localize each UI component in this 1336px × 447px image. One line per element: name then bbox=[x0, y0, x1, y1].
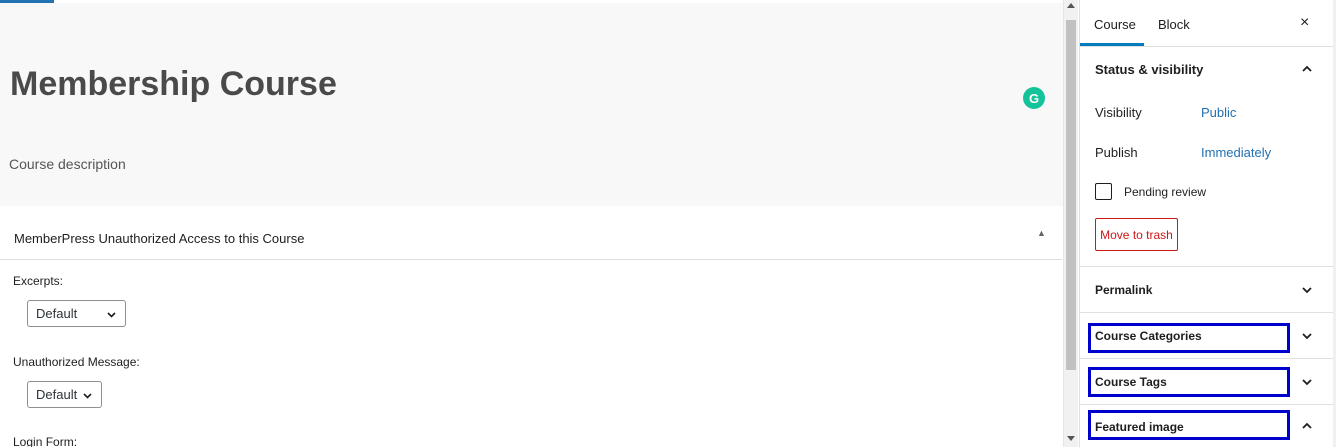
scroll-up-arrow-icon[interactable] bbox=[1067, 3, 1075, 8]
chevron-down-icon bbox=[107, 312, 116, 318]
status-visibility-panel-header[interactable]: Status & visibility bbox=[1080, 47, 1333, 93]
chevron-down-icon bbox=[83, 393, 92, 399]
settings-sidebar: Course Block × Status & visibility Visib… bbox=[1079, 0, 1336, 447]
permalink-title: Permalink bbox=[1095, 283, 1153, 297]
move-to-trash-button[interactable]: Move to trash bbox=[1095, 218, 1178, 251]
metabox-header[interactable]: MemberPress Unauthorized Access to this … bbox=[0, 218, 1062, 260]
excerpts-select-value: Default bbox=[36, 306, 78, 321]
visibility-value-link[interactable]: Public bbox=[1201, 105, 1236, 120]
publish-value-link[interactable]: Immediately bbox=[1201, 145, 1271, 160]
post-header-area: Membership Course G Course description bbox=[0, 3, 1063, 206]
metabox-title: MemberPress Unauthorized Access to this … bbox=[14, 231, 305, 246]
sidebar-tabs: Course Block × bbox=[1080, 0, 1336, 47]
triangle-up-icon[interactable]: ▲ bbox=[1037, 228, 1046, 238]
unauthorized-message-select[interactable]: Default bbox=[27, 381, 102, 408]
unauthorized-message-label: Unauthorized Message: bbox=[13, 355, 140, 369]
scroll-down-arrow-icon[interactable] bbox=[1067, 436, 1075, 441]
visibility-label: Visibility bbox=[1095, 105, 1142, 120]
close-icon[interactable]: × bbox=[1300, 14, 1309, 32]
pending-review-checkbox[interactable] bbox=[1095, 183, 1112, 200]
course-tags-title: Course Tags bbox=[1095, 375, 1167, 389]
featured-image-title: Featured image bbox=[1095, 420, 1184, 434]
course-tags-panel-header[interactable]: Course Tags bbox=[1080, 358, 1333, 404]
login-form-label: Login Form: bbox=[13, 435, 78, 447]
publish-label: Publish bbox=[1095, 145, 1138, 160]
tab-block[interactable]: Block bbox=[1158, 17, 1190, 32]
tab-course[interactable]: Course bbox=[1094, 17, 1136, 32]
status-visibility-title: Status & visibility bbox=[1095, 62, 1204, 77]
grammarly-icon[interactable]: G bbox=[1023, 87, 1045, 109]
course-description-field[interactable]: Course description bbox=[9, 156, 126, 172]
chevron-up-icon bbox=[1302, 422, 1312, 429]
chevron-down-icon bbox=[1302, 333, 1312, 340]
excerpts-label: Excerpts: bbox=[13, 274, 64, 288]
pending-review-label: Pending review bbox=[1124, 185, 1207, 199]
post-title[interactable]: Membership Course bbox=[10, 65, 337, 104]
chevron-down-icon bbox=[1302, 379, 1312, 386]
course-categories-panel-header[interactable]: Course Categories bbox=[1080, 312, 1333, 358]
excerpts-select[interactable]: Default bbox=[27, 300, 126, 327]
unauthorized-message-select-value: Default bbox=[36, 387, 78, 402]
featured-image-panel-header[interactable]: Featured image bbox=[1080, 404, 1333, 447]
active-tab-indicator bbox=[1080, 43, 1144, 46]
editor-canvas: Membership Course G Course description M… bbox=[0, 0, 1063, 447]
course-categories-title: Course Categories bbox=[1095, 329, 1202, 343]
permalink-panel-header[interactable]: Permalink bbox=[1080, 266, 1333, 312]
scrollbar-thumb[interactable] bbox=[1066, 20, 1076, 370]
editor-scrollbar[interactable] bbox=[1063, 0, 1078, 447]
chevron-down-icon bbox=[1302, 287, 1312, 294]
grammarly-letter: G bbox=[1028, 90, 1040, 106]
chevron-up-icon bbox=[1302, 65, 1312, 72]
